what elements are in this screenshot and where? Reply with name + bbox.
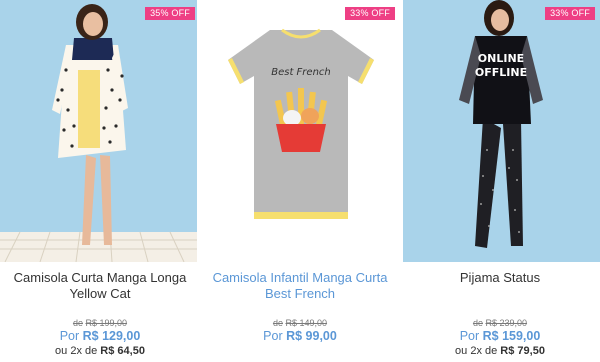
product-card[interactable]: 35% OFF Camisola Curta Manga Longa Yello… — [0, 0, 200, 362]
product-image[interactable]: ONLINE OFFLINE — [403, 0, 600, 262]
original-price: de R$ 149,00 — [200, 318, 400, 328]
installments-prefix: ou 2x de — [455, 345, 498, 357]
product-image[interactable] — [0, 0, 197, 262]
product-name-line1[interactable]: Camisola Curta Manga Longa — [14, 270, 187, 285]
product-name-line1[interactable]: Pijama Status — [460, 270, 540, 285]
sale-price-value: R$ 159,00 — [482, 329, 541, 343]
original-price-value: R$ 239,00 — [485, 318, 528, 328]
product-name-line2[interactable]: Yellow Cat — [70, 286, 131, 301]
original-price-value: R$ 199,00 — [85, 318, 128, 328]
installments: ou 2x de R$ 64,50 — [0, 345, 200, 357]
sale-price-prefix: Por — [263, 329, 283, 343]
product-image[interactable]: Best French — [202, 0, 399, 262]
product-name-line1[interactable]: Camisola Infantil Manga Curta — [213, 270, 388, 285]
product-card[interactable]: ONLINE OFFLINE 33% OFF Pijama Status de … — [400, 0, 600, 362]
shirt-print-text: Best French — [271, 67, 331, 78]
original-price: de R$ 239,00 — [400, 318, 600, 328]
sale-price-value: R$ 129,00 — [82, 329, 141, 343]
shirt-print-text: OFFLINE — [475, 66, 527, 79]
sale-price-prefix: Por — [459, 329, 480, 343]
discount-badge: 33% OFF — [345, 7, 395, 20]
installments-value: R$ 64,50 — [100, 345, 145, 357]
shirt-print-text: ONLINE — [478, 52, 524, 65]
installments-value: R$ 79,50 — [500, 345, 545, 357]
product-name-line2[interactable]: Best French — [265, 286, 335, 301]
sale-price: Por R$ 159,00 — [400, 329, 600, 343]
product-name[interactable]: Pijama Status — [400, 270, 600, 286]
original-price-prefix: de — [272, 318, 283, 328]
product-grid: 35% OFF Camisola Curta Manga Longa Yello… — [0, 0, 600, 362]
product-name[interactable]: Camisola Curta Manga Longa Yellow Cat — [0, 270, 200, 302]
sale-price: Por R$ 99,00 — [200, 329, 400, 343]
sale-price-value: R$ 99,00 — [286, 329, 337, 343]
original-price-prefix: de — [72, 318, 83, 328]
original-price-value: R$ 149,00 — [285, 318, 328, 328]
original-price-prefix: de — [472, 318, 483, 328]
original-price: de R$ 199,00 — [0, 318, 200, 328]
sale-price: Por R$ 129,00 — [0, 329, 200, 343]
installments-prefix: ou 2x de — [55, 345, 98, 357]
discount-badge: 35% OFF — [145, 7, 195, 20]
sale-price-prefix: Por — [59, 329, 80, 343]
product-card[interactable]: Best French 33% OFF Camisola Infantil Ma… — [200, 0, 400, 362]
product-name[interactable]: Camisola Infantil Manga Curta Best Frenc… — [200, 270, 400, 302]
installments: ou 2x de R$ 79,50 — [400, 345, 600, 357]
discount-badge: 33% OFF — [545, 7, 595, 20]
